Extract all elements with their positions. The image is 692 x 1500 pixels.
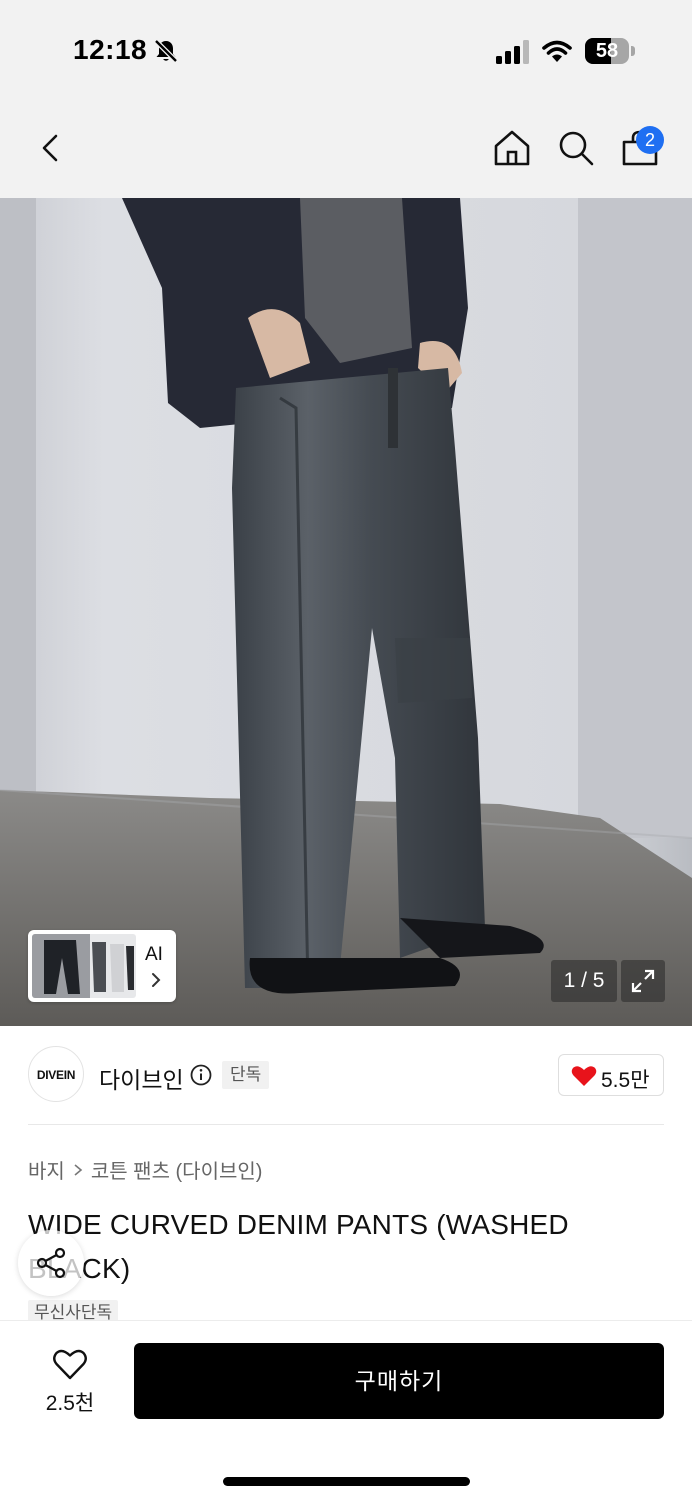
product-photo [0,198,692,1026]
cart-count-badge[interactable]: 2 [636,126,664,154]
heart-outline-icon[interactable] [52,1347,88,1381]
cellular-signal-icon [496,40,529,64]
wifi-icon [542,40,572,62]
chevron-right-icon [74,1163,83,1176]
heart-filled-icon [571,1066,597,1086]
status-bar: 12:18 58 [0,0,692,100]
home-indicator [223,1477,470,1486]
product-image[interactable] [0,198,692,1026]
bell-slash-icon [154,39,178,63]
breadcrumb-item-category[interactable]: 바지 [28,1155,65,1184]
brand-logo[interactable]: DIVEIN [28,1046,84,1102]
product-title: WIDE CURVED DENIM PANTS (WASHED BLACK) [28,1209,569,1284]
brand-like-count: 5.5만 [601,1069,650,1092]
chevron-right-icon [152,973,161,987]
back-icon[interactable] [32,128,72,168]
share-icon [36,1247,66,1279]
breadcrumb-item-subcategory[interactable]: 코튼 팬츠 (다이브인) [91,1155,263,1184]
exclusive-badge: 단독 [222,1061,270,1089]
ai-recommendation-card[interactable]: AI [28,930,176,1002]
status-time: 12:18 [73,34,148,65]
expand-icon [631,969,655,993]
app-header [0,100,692,198]
bottom-action-bar: 2.5천 구매하기 [0,1320,692,1500]
gallery-page-counter: 1 / 5 [551,960,617,1002]
battery-icon: 58 [585,38,635,64]
brand-name[interactable]: 다이브인 [99,1061,184,1095]
ai-thumbnail [32,934,136,998]
expand-button[interactable] [621,960,665,1002]
wish-count: 2.5천 [45,1392,95,1415]
share-button[interactable] [18,1230,84,1296]
buy-button[interactable]: 구매하기 [134,1343,664,1419]
battery-level: 58 [595,40,619,62]
brand-row: DIVEIN 다이브인 단독 5.5만 [0,1026,692,1126]
brand-like-button[interactable]: 5.5만 [558,1054,664,1096]
home-icon[interactable] [492,128,532,168]
info-icon[interactable] [190,1064,212,1086]
search-icon[interactable] [556,128,596,168]
ai-label: AI [145,944,163,965]
breadcrumb: 바지 코튼 팬츠 (다이브인) [28,1155,262,1184]
divider [28,1124,664,1125]
